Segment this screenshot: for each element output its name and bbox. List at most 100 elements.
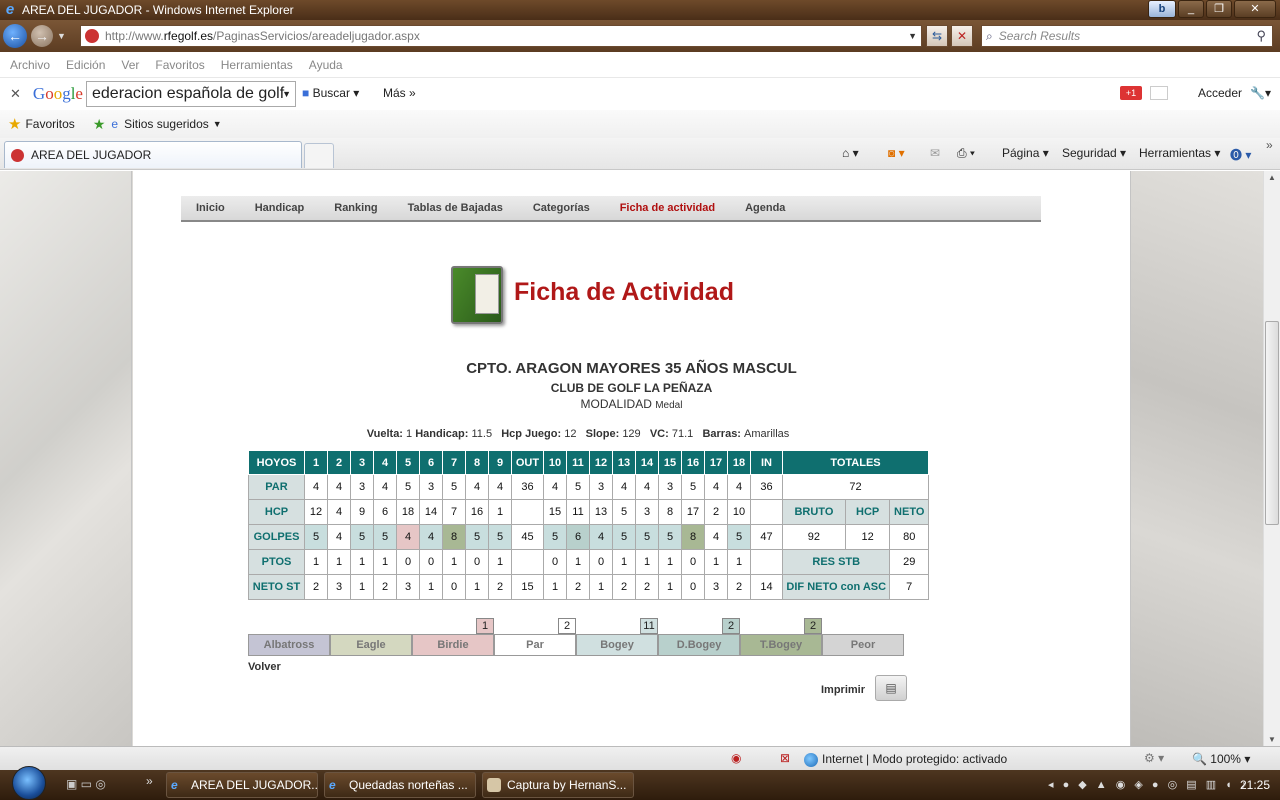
- minimize-button[interactable]: _: [1178, 0, 1204, 18]
- taskbar-item-captura[interactable]: Captura by HernanS...: [482, 772, 634, 798]
- score-cell: 14: [419, 499, 443, 525]
- nav-handicap[interactable]: Handicap: [255, 202, 305, 214]
- score-cell: 0: [543, 549, 567, 575]
- new-tab-button[interactable]: [304, 143, 334, 168]
- nav-inicio[interactable]: Inicio: [196, 202, 225, 214]
- score-cell: 4: [304, 474, 328, 500]
- page-viewport: Inicio Handicap Ranking Tablas de Bajada…: [0, 171, 1263, 746]
- score-cell: 14: [750, 574, 783, 600]
- chevron-right-icon[interactable]: »: [1266, 138, 1273, 152]
- score-cell: 16: [465, 499, 489, 525]
- blocked-icon[interactable]: ⊠: [780, 751, 790, 765]
- menu-herramientas[interactable]: Herramientas: [221, 58, 293, 72]
- stop-icon[interactable]: ✕: [951, 25, 973, 47]
- background-left: [0, 171, 132, 746]
- home-icon[interactable]: ⌂ ▾: [842, 146, 859, 160]
- nav-ranking[interactable]: Ranking: [334, 202, 377, 214]
- search-input[interactable]: ⌕ Search Results ⚲: [981, 25, 1273, 47]
- seguridad-menu[interactable]: Seguridad ▾: [1062, 146, 1126, 160]
- favorites-bar: ★ Favoritos ★ e Sitios sugeridos ▼: [0, 110, 1280, 138]
- nav-agenda[interactable]: Agenda: [745, 202, 785, 214]
- quicklaunch-icons[interactable]: ▣ ▭ ◎: [66, 777, 106, 791]
- score-cell: 1: [589, 574, 613, 600]
- taskbar-item-quedadas[interactable]: e Quedadas norteñas ...: [324, 772, 476, 798]
- google-share-box[interactable]: [1150, 86, 1168, 100]
- total-cell: BRUTO: [782, 499, 846, 525]
- google-plus-one-icon[interactable]: +1: [1120, 86, 1142, 100]
- add-favorite-icon[interactable]: ★: [93, 116, 106, 133]
- menu-favoritos[interactable]: Favoritos: [155, 58, 204, 72]
- address-bar: ← → ▼ http://www.rfegolf.es/PaginasServi…: [0, 20, 1280, 52]
- acceder-button[interactable]: Acceder: [1198, 86, 1242, 100]
- total-cell: NETO: [889, 499, 929, 525]
- score-cell: 3: [658, 474, 682, 500]
- google-toolbar: ✕ Google ederacion española de golf ▼ ■ B…: [0, 78, 1280, 110]
- nav-ficha-de-actividad[interactable]: Ficha de actividad: [620, 202, 715, 214]
- google-mas-button[interactable]: Más »: [383, 86, 416, 100]
- menu-ver[interactable]: Ver: [121, 58, 139, 72]
- legend-item-par: Par: [494, 634, 576, 656]
- print-document-icon[interactable]: ▤: [875, 675, 907, 701]
- url-field[interactable]: http://www.rfegolf.es/PaginasServicios/a…: [80, 25, 922, 47]
- forward-button[interactable]: →: [31, 25, 53, 47]
- vertical-scrollbar[interactable]: ▲ ▼: [1263, 171, 1280, 746]
- competition-name: CPTO. ARAGON MAYORES 35 AÑOS MASCUL: [466, 360, 797, 377]
- google-buscar-button[interactable]: ■ Buscar ▾: [302, 86, 359, 100]
- score-cell: 5: [396, 474, 420, 500]
- favoritos-button[interactable]: Favoritos: [25, 117, 74, 131]
- nav-categorias[interactable]: Categorías: [533, 202, 590, 214]
- volver-link[interactable]: Volver: [248, 661, 281, 673]
- score-cell: 0: [589, 549, 613, 575]
- zoom-level[interactable]: 🔍 100% ▾: [1192, 752, 1250, 766]
- close-button[interactable]: ✕: [1234, 0, 1276, 18]
- total-cell: 92: [782, 524, 846, 550]
- maximize-button[interactable]: ❐: [1206, 0, 1232, 18]
- score-cell: 17: [681, 499, 705, 525]
- nav-tablas-de-bajadas[interactable]: Tablas de Bajadas: [408, 202, 503, 214]
- rss-icon[interactable]: ◙ ▾: [888, 146, 905, 160]
- score-cell: 6: [566, 524, 590, 550]
- score-cell: 1: [304, 549, 328, 575]
- privacy-icon[interactable]: ◉: [731, 751, 741, 765]
- score-cell: [750, 549, 783, 575]
- url-dropdown-icon[interactable]: ▼: [908, 31, 917, 41]
- score-cell: 2: [488, 574, 512, 600]
- close-toolbar-icon[interactable]: ✕: [10, 86, 21, 102]
- hole-header: 18: [727, 450, 751, 475]
- help-icon[interactable]: ⓿ ▾: [1230, 146, 1251, 163]
- bing-icon[interactable]: b: [1148, 0, 1176, 18]
- tab-area-del-jugador[interactable]: AREA DEL JUGADOR: [4, 141, 302, 168]
- row-label: HCP: [248, 499, 305, 525]
- row-label: GOLPES: [248, 524, 305, 550]
- menu-ayuda[interactable]: Ayuda: [309, 58, 343, 72]
- print-icon[interactable]: ⎙ ▾: [957, 146, 975, 161]
- wrench-icon[interactable]: 🔧▾: [1250, 86, 1271, 100]
- back-button[interactable]: ←: [3, 24, 27, 48]
- pagina-menu[interactable]: Página ▾: [1002, 146, 1049, 160]
- start-button[interactable]: [12, 766, 46, 800]
- system-tray-icons[interactable]: ◂ ● ◆ ▲ ◉ ◈ ● ◎ ▤ ▥ ◖ ♪: [1048, 778, 1249, 791]
- score-cell: 36: [750, 474, 783, 500]
- score-cell: 5: [658, 524, 682, 550]
- chevron-down-icon[interactable]: ▼: [282, 82, 291, 106]
- refresh-icon[interactable]: ⇆: [926, 25, 948, 47]
- chevron-right-icon[interactable]: »: [146, 774, 153, 788]
- mail-icon[interactable]: ✉: [930, 146, 940, 160]
- score-cell: 4: [419, 524, 443, 550]
- protected-mode-icon[interactable]: ⚙ ▾: [1144, 751, 1164, 765]
- score-cell: 5: [635, 524, 659, 550]
- history-dropdown-icon[interactable]: ▼: [57, 31, 66, 41]
- security-zone[interactable]: Internet | Modo protegido: activado: [804, 752, 1007, 767]
- search-icon[interactable]: ⚲: [1256, 28, 1266, 44]
- score-cell: 1: [543, 574, 567, 600]
- score-cell: 5: [442, 474, 466, 500]
- menu-archivo[interactable]: Archivo: [10, 58, 50, 72]
- menu-edicion[interactable]: Edición: [66, 58, 105, 72]
- page-title: Ficha de Actividad: [514, 278, 734, 306]
- herramientas-menu[interactable]: Herramientas ▾: [1139, 146, 1220, 160]
- taskbar-item-area-del-jugador[interactable]: e AREA DEL JUGADOR...: [166, 772, 318, 798]
- internet-globe-icon: [804, 752, 818, 767]
- google-search-field[interactable]: ederacion española de golf ▼: [86, 81, 296, 107]
- hole-header: 3: [350, 450, 374, 475]
- sitios-sugeridos-button[interactable]: Sitios sugeridos: [124, 117, 209, 131]
